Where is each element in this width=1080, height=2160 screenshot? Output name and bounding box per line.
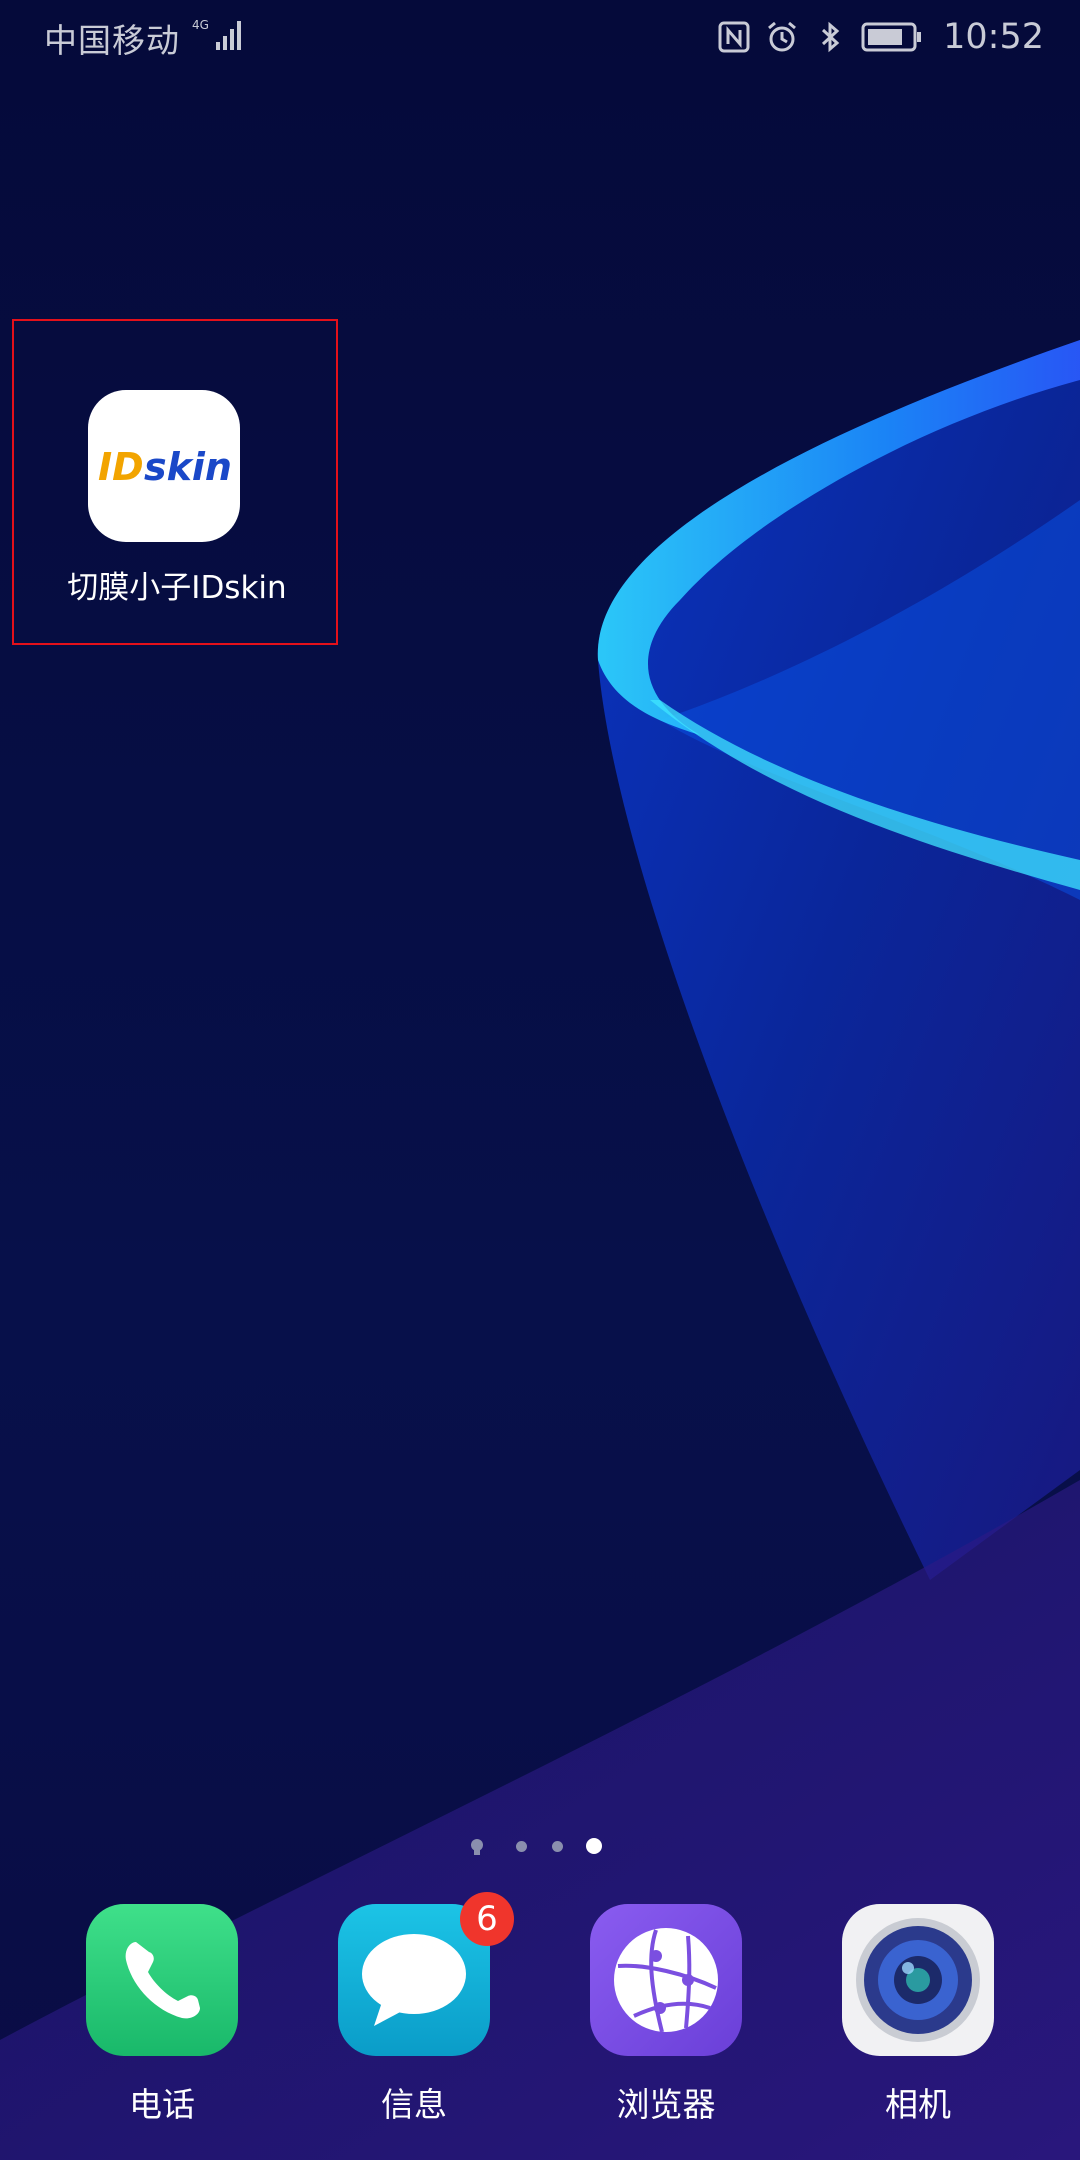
page-indicator[interactable] bbox=[470, 1834, 610, 1858]
dock-app-camera[interactable]: 相机 bbox=[808, 1904, 1028, 2124]
camera-app-icon[interactable] bbox=[842, 1904, 994, 2056]
dock-label: 相机 bbox=[885, 2085, 951, 2124]
svg-text:ID: ID bbox=[98, 445, 144, 489]
browser-app-icon[interactable] bbox=[590, 1904, 742, 2056]
app-idskin[interactable]: ID skin 切膜小子IDskin bbox=[12, 319, 338, 645]
browser-icon bbox=[590, 1904, 742, 2056]
status-icons: 10:52 bbox=[717, 12, 1044, 62]
page-dot[interactable] bbox=[552, 1841, 563, 1852]
dock-app-phone[interactable]: 电话 bbox=[52, 1904, 272, 2124]
idskin-logo: ID skin bbox=[98, 445, 232, 489]
idskin-app-icon[interactable]: ID skin bbox=[88, 390, 240, 542]
phone-app-icon[interactable] bbox=[86, 1904, 238, 2056]
nfc-icon bbox=[718, 21, 750, 53]
unread-badge: 6 bbox=[460, 1892, 514, 1946]
battery-icon bbox=[861, 22, 922, 52]
bluetooth-icon bbox=[822, 21, 840, 53]
page-dot-active[interactable] bbox=[586, 1838, 602, 1854]
lightbulb-icon[interactable] bbox=[470, 1838, 484, 1856]
dock-label: 信息 bbox=[381, 2085, 447, 2124]
svg-text:skin: skin bbox=[144, 445, 232, 489]
network-type-label: 4G bbox=[192, 18, 209, 32]
home-screen: 中国移动 4G 10:52 ID skin 切膜小子IDskin 电话 6 信息… bbox=[0, 0, 1080, 2160]
status-bar: 中国移动 4G 10:52 bbox=[0, 0, 1080, 72]
clock: 10:52 bbox=[943, 17, 1044, 57]
dock-label: 电话 bbox=[129, 2085, 195, 2124]
dock-app-browser[interactable]: 浏览器 bbox=[556, 1904, 776, 2124]
phone-icon bbox=[86, 1904, 238, 2056]
app-label: 切膜小子IDskin bbox=[67, 570, 287, 606]
carrier-label: 中国移动 bbox=[44, 21, 180, 60]
page-dot[interactable] bbox=[516, 1841, 527, 1852]
alarm-icon bbox=[768, 21, 797, 52]
dock-label: 浏览器 bbox=[616, 2085, 716, 2124]
dock-app-messages[interactable]: 6 信息 bbox=[304, 1892, 524, 2124]
signal-icon: 4G bbox=[192, 18, 241, 50]
camera-icon bbox=[842, 1904, 994, 2056]
